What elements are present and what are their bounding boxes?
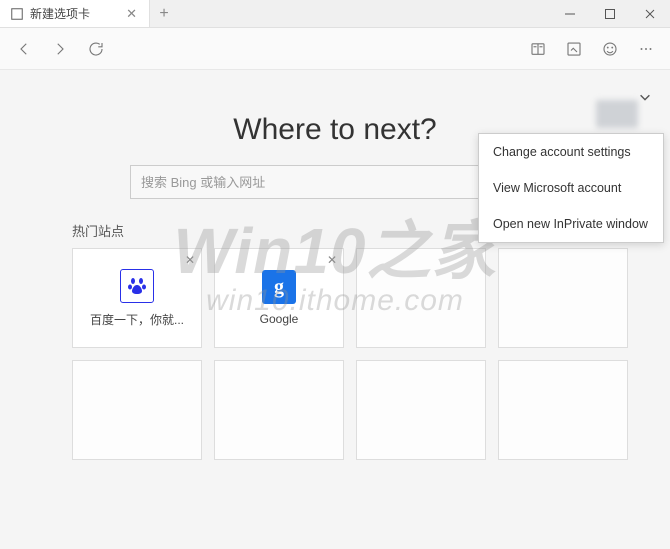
titlebar: 新建选项卡 ✕ + bbox=[0, 0, 670, 28]
feedback-button[interactable] bbox=[592, 31, 628, 67]
top-site-tile[interactable]: ✕ g Google bbox=[214, 248, 344, 348]
back-button[interactable] bbox=[6, 31, 42, 67]
top-site-tile-empty[interactable] bbox=[356, 360, 486, 460]
google-icon: g bbox=[262, 270, 296, 304]
top-site-tile[interactable]: ✕ 百度一下，你就... bbox=[72, 248, 202, 348]
top-sites-grid: ✕ 百度一下，你就... ✕ g Google bbox=[0, 248, 670, 460]
tile-remove-icon[interactable]: ✕ bbox=[185, 253, 195, 267]
chevron-down-icon[interactable] bbox=[638, 90, 652, 107]
close-window-button[interactable] bbox=[630, 0, 670, 27]
page-icon bbox=[10, 7, 24, 21]
menu-change-account-settings[interactable]: Change account settings bbox=[479, 134, 663, 170]
browser-tab[interactable]: 新建选项卡 ✕ bbox=[0, 0, 150, 27]
tab-title: 新建选项卡 bbox=[30, 5, 118, 22]
forward-button[interactable] bbox=[42, 31, 78, 67]
reading-view-button[interactable] bbox=[520, 31, 556, 67]
window-controls bbox=[550, 0, 670, 27]
refresh-button[interactable] bbox=[78, 31, 114, 67]
new-tab-button[interactable]: + bbox=[150, 0, 178, 27]
baidu-icon bbox=[120, 269, 154, 303]
web-note-button[interactable] bbox=[556, 31, 592, 67]
account-dropdown: Change account settings View Microsoft a… bbox=[478, 133, 664, 243]
user-avatar[interactable] bbox=[596, 100, 638, 128]
tab-close-icon[interactable]: ✕ bbox=[124, 6, 139, 22]
tile-label: Google bbox=[260, 312, 299, 326]
top-site-tile-empty[interactable] bbox=[498, 248, 628, 348]
menu-view-microsoft-account[interactable]: View Microsoft account bbox=[479, 170, 663, 206]
top-site-tile-empty[interactable] bbox=[498, 360, 628, 460]
more-button[interactable] bbox=[628, 31, 664, 67]
search-input[interactable] bbox=[131, 166, 503, 198]
top-site-tile-empty[interactable] bbox=[356, 248, 486, 348]
top-site-tile-empty[interactable] bbox=[214, 360, 344, 460]
menu-open-inprivate[interactable]: Open new InPrivate window bbox=[479, 206, 663, 242]
tile-remove-icon[interactable]: ✕ bbox=[327, 253, 337, 267]
tile-label: 百度一下，你就... bbox=[90, 311, 184, 328]
toolbar bbox=[0, 28, 670, 70]
maximize-button[interactable] bbox=[590, 0, 630, 27]
minimize-button[interactable] bbox=[550, 0, 590, 27]
top-site-tile-empty[interactable] bbox=[72, 360, 202, 460]
